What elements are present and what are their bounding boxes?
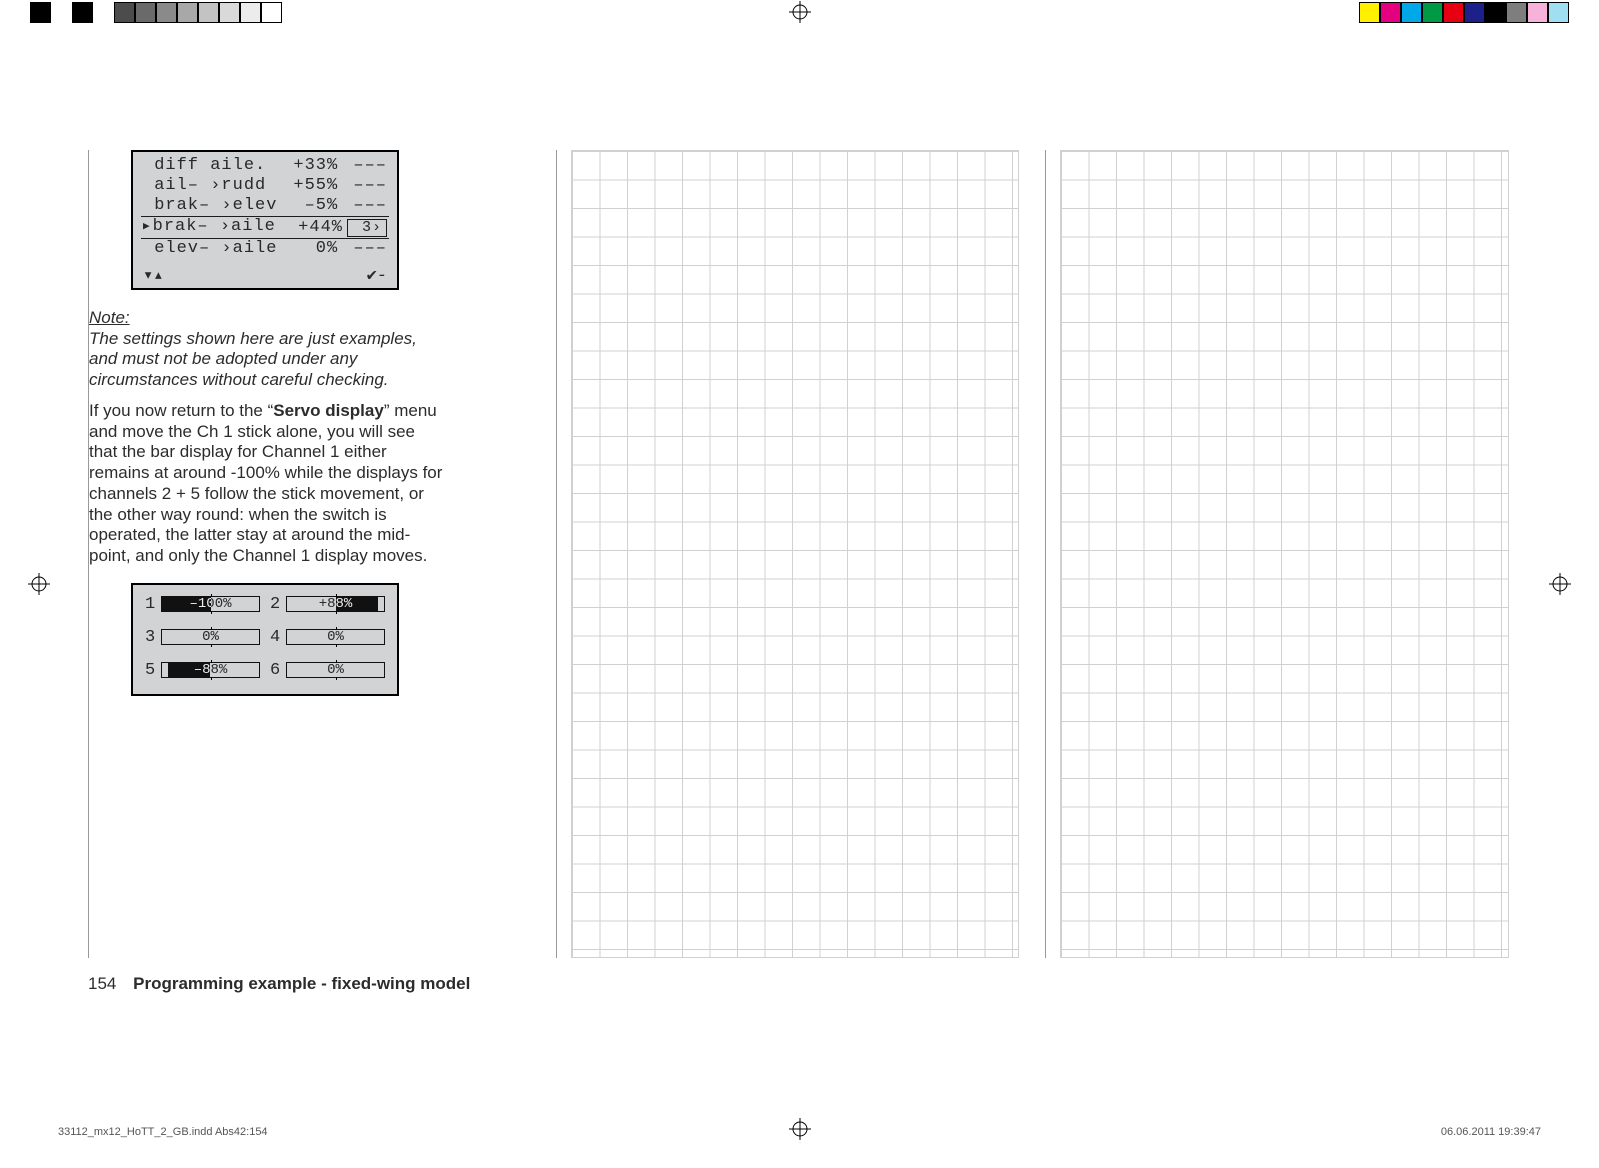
lcd-row: brak– ›aile +44% 3›: [141, 216, 389, 239]
para2-bold: Servo display: [273, 401, 384, 420]
servo-channel-number: 5: [145, 661, 155, 680]
servo-bar: –100%: [161, 596, 260, 612]
page-footer: 154 Programming example - ﬁxed-wing mode…: [88, 974, 470, 994]
servo-bar-value: 0%: [287, 663, 384, 677]
para2-post: ” menu and move the Ch 1 stick alone, yo…: [89, 401, 442, 565]
registration-target-icon: [28, 573, 50, 595]
servo-cell: 6 0%: [270, 661, 385, 680]
servo-channel-number: 6: [270, 661, 280, 680]
lcd-row: elev– ›aile 0% –––: [141, 239, 389, 259]
servo-channel-number: 1: [145, 595, 155, 614]
paragraph-servo-display: If you now return to the “Servo display”…: [89, 401, 444, 567]
servo-bar: 0%: [286, 662, 385, 678]
servo-cell: 2 +88%: [270, 595, 385, 614]
lcd-row: brak– ›elev –5% –––: [141, 196, 389, 216]
servo-display-box: 1 –100% 2 +88% 3 0% 4 0% 5 –88% 6 0%: [131, 583, 399, 696]
lcd-row-value: +44% 3›: [298, 217, 387, 238]
column-3: [1045, 150, 1511, 958]
lcd-row-label: brak– ›aile: [143, 217, 276, 238]
lcd-mixer-box: diff aile. +33% ––– ail– ›rudd +55% ––– br…: [131, 150, 399, 290]
registration-target-icon: [1549, 573, 1571, 595]
column-1: diff aile. +33% ––– ail– ›rudd +55% ––– br…: [88, 150, 532, 958]
servo-bar: 0%: [161, 629, 260, 645]
lcd-row-label: elev– ›aile: [143, 239, 277, 259]
lcd-row-label: ail– ›rudd: [143, 176, 266, 196]
servo-channel-number: 3: [145, 628, 155, 647]
registration-bar-left: [30, 2, 282, 23]
servo-bar: 0%: [286, 629, 385, 645]
notes-grid: [571, 150, 1020, 958]
servo-bar: –88%: [161, 662, 260, 678]
note-body: The settings shown here are just example…: [89, 329, 444, 391]
para2-pre: If you now return to the “: [89, 401, 273, 420]
page-title: Programming example - ﬁxed-wing model: [133, 974, 470, 993]
slug-date: 06.06.2011 19:39:47: [1441, 1126, 1541, 1138]
registration-target-icon: [789, 1, 811, 23]
servo-bar-value: +88%: [287, 597, 384, 611]
servo-cell: 3 0%: [145, 628, 260, 647]
lcd-switch-box: 3›: [347, 219, 387, 237]
servo-cell: 4 0%: [270, 628, 385, 647]
lcd-row-value: +55% –––: [293, 176, 387, 196]
notes-grid: [1060, 150, 1509, 958]
servo-bar: +88%: [286, 596, 385, 612]
servo-bar-value: 0%: [287, 630, 384, 644]
lcd-row-value: 0% –––: [316, 239, 387, 259]
servo-channel-number: 4: [270, 628, 280, 647]
servo-bar-value: 0%: [162, 630, 259, 644]
servo-channel-number: 2: [270, 595, 280, 614]
servo-cell: 1 –100%: [145, 595, 260, 614]
servo-row: 3 0% 4 0%: [145, 628, 385, 647]
note-heading: Note:: [89, 308, 444, 329]
slug-file: 33112_mx12_HoTT_2_GB.indd Abs42:154: [58, 1126, 268, 1138]
lcd-nav-arrows-icon: ▾▴: [143, 265, 163, 286]
servo-bar-value: –88%: [162, 663, 259, 677]
servo-row: 5 –88% 6 0%: [145, 661, 385, 680]
lcd-row-label: brak– ›elev: [143, 196, 277, 216]
servo-bar-value: –100%: [162, 597, 259, 611]
slug-line: 33112_mx12_HoTT_2_GB.indd Abs42:154 06.0…: [58, 1126, 1541, 1138]
registration-bar-right: [1359, 2, 1569, 23]
lcd-row-label: diff aile.: [143, 156, 266, 176]
page-number: 154: [88, 974, 116, 993]
lcd-row: ail– ›rudd +55% –––: [141, 176, 389, 196]
servo-cell: 5 –88%: [145, 661, 260, 680]
lcd-confirm-icon: ✔‐: [367, 265, 387, 286]
servo-row: 1 –100% 2 +88%: [145, 595, 385, 614]
lcd-row-value: –5% –––: [305, 196, 387, 216]
lcd-row-value: +33% –––: [293, 156, 387, 176]
column-2: [556, 150, 1022, 958]
lcd-row: diff aile. +33% –––: [141, 156, 389, 176]
